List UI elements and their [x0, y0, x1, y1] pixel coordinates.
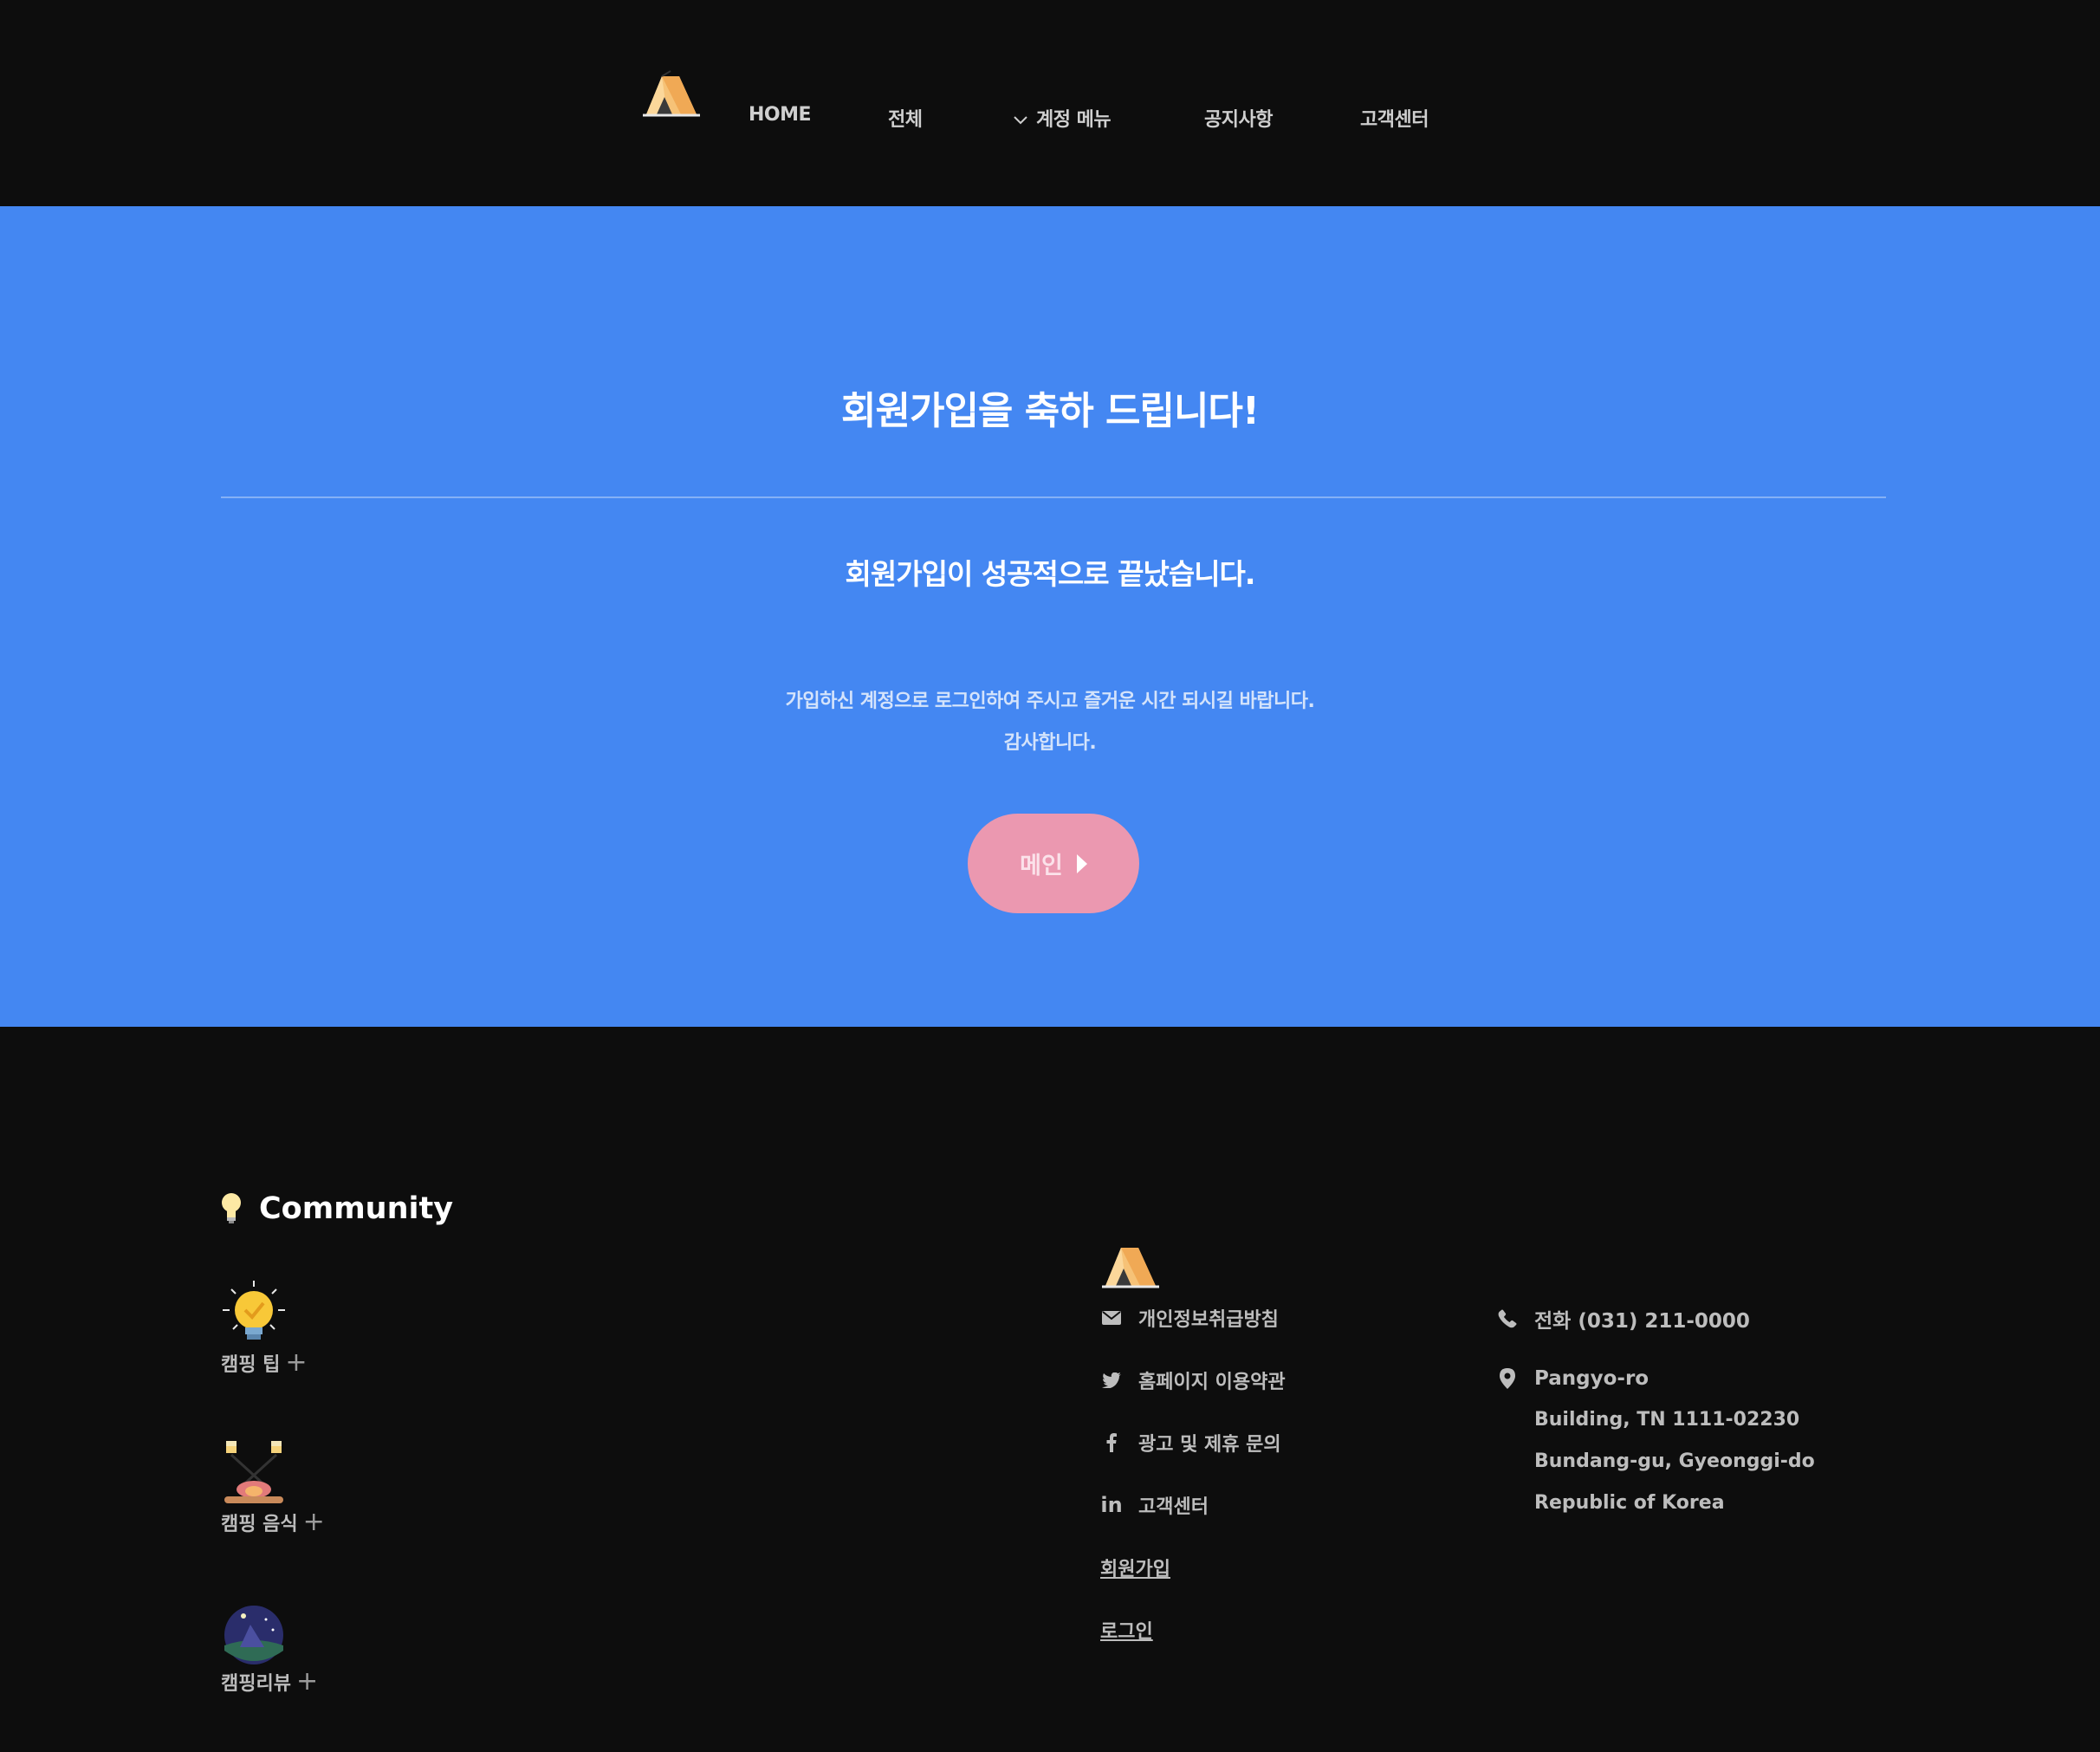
envelope-icon [1100, 1307, 1123, 1329]
address-line-3: Bundang-gu, Gyeonggi-do [1534, 1450, 1815, 1472]
welcome-message: 가입하신 계정으로 로그인하여 주시고 즐거운 시간 되시길 바랍니다. [785, 691, 1315, 712]
main-button[interactable]: 메인 [968, 814, 1139, 913]
address-line-1: Pangyo-ro [1534, 1367, 1650, 1390]
nav-account-menu[interactable]: 계정 메뉴 [1014, 104, 1112, 132]
address-line-2: Building, TN 1111-02230 [1534, 1409, 1800, 1431]
signup-link[interactable]: 회원가입 [1100, 1554, 1170, 1581]
nav-home[interactable]: HOME [749, 104, 812, 126]
support-link[interactable]: in 고객센터 [1100, 1491, 1209, 1519]
plus-icon: + [302, 1507, 325, 1537]
plus-icon: + [295, 1666, 319, 1697]
top-navbar: HOME 전체 계정 메뉴 공지사항 고객센터 [0, 0, 2100, 206]
campfire-food-icon[interactable] [221, 1439, 287, 1505]
night-tent-icon[interactable] [221, 1602, 287, 1668]
phone-number: 전화 (031) 211-0000 [1534, 1310, 1750, 1333]
login-link[interactable]: 로그인 [1100, 1616, 1153, 1644]
phone-info: 전화 (031) 211-0000 [1496, 1304, 1750, 1333]
category-label: 캠핑리뷰 [221, 1673, 291, 1695]
support-label: 고객센터 [1138, 1496, 1209, 1518]
facebook-icon [1100, 1431, 1123, 1454]
privacy-policy-link[interactable]: 개인정보취급방침 [1100, 1304, 1279, 1332]
privacy-policy-label: 개인정보취급방침 [1138, 1309, 1279, 1331]
chevron-down-icon [1014, 116, 1027, 125]
nav-account-menu-label: 계정 메뉴 [1036, 109, 1112, 131]
nav-notice[interactable]: 공지사항 [1204, 104, 1273, 132]
nav-support[interactable]: 고객센터 [1360, 104, 1429, 132]
lightbulb-icon[interactable] [221, 1279, 287, 1345]
plus-icon: + [285, 1347, 308, 1378]
main-button-label: 메인 [1020, 853, 1063, 879]
terms-link[interactable]: 홈페이지 이용약관 [1100, 1366, 1286, 1394]
address-line-4: Republic of Korea [1534, 1492, 1725, 1514]
success-subtitle: 회원가입이 성공적으로 끝났습니다. [845, 557, 1256, 591]
terms-label: 홈페이지 이용약관 [1138, 1372, 1286, 1393]
twitter-icon [1100, 1369, 1123, 1392]
map-pin-icon [1496, 1367, 1519, 1390]
ads-inquiry-label: 광고 및 제휴 문의 [1138, 1434, 1281, 1456]
thanks-message: 감사합니다. [1003, 732, 1097, 754]
address-info: Pangyo-ro [1496, 1367, 1649, 1390]
community-heading: Community [221, 1191, 453, 1226]
footer: Community 캠핑 팁 + 캠핑 음식 + 캠핑리뷰 + 개인정보취급방침… [0, 1027, 2100, 1752]
linkedin-icon: in [1100, 1493, 1123, 1517]
caret-right-icon [1076, 853, 1087, 873]
divider [221, 496, 1886, 498]
phone-icon [1496, 1308, 1519, 1330]
page-title: 회원가입을 축하 드립니다! [841, 389, 1260, 433]
ads-inquiry-link[interactable]: 광고 및 제휴 문의 [1100, 1429, 1281, 1457]
tent-logo-icon [1102, 1248, 1159, 1288]
tent-logo-icon[interactable] [641, 69, 702, 118]
category-camping-review[interactable]: 캠핑리뷰 + [221, 1668, 318, 1696]
signup-complete-section: 회원가입을 축하 드립니다! 회원가입이 성공적으로 끝났습니다. 가입하신 계… [0, 206, 2100, 1027]
category-label: 캠핑 팁 [221, 1354, 281, 1376]
community-title: Community [259, 1191, 454, 1226]
category-label: 캠핑 음식 [221, 1514, 298, 1535]
category-camping-tip[interactable]: 캠핑 팁 + [221, 1349, 308, 1377]
category-camping-food[interactable]: 캠핑 음식 + [221, 1509, 325, 1536]
nav-all[interactable]: 전체 [888, 104, 923, 132]
lightbulb-icon [222, 1193, 241, 1223]
